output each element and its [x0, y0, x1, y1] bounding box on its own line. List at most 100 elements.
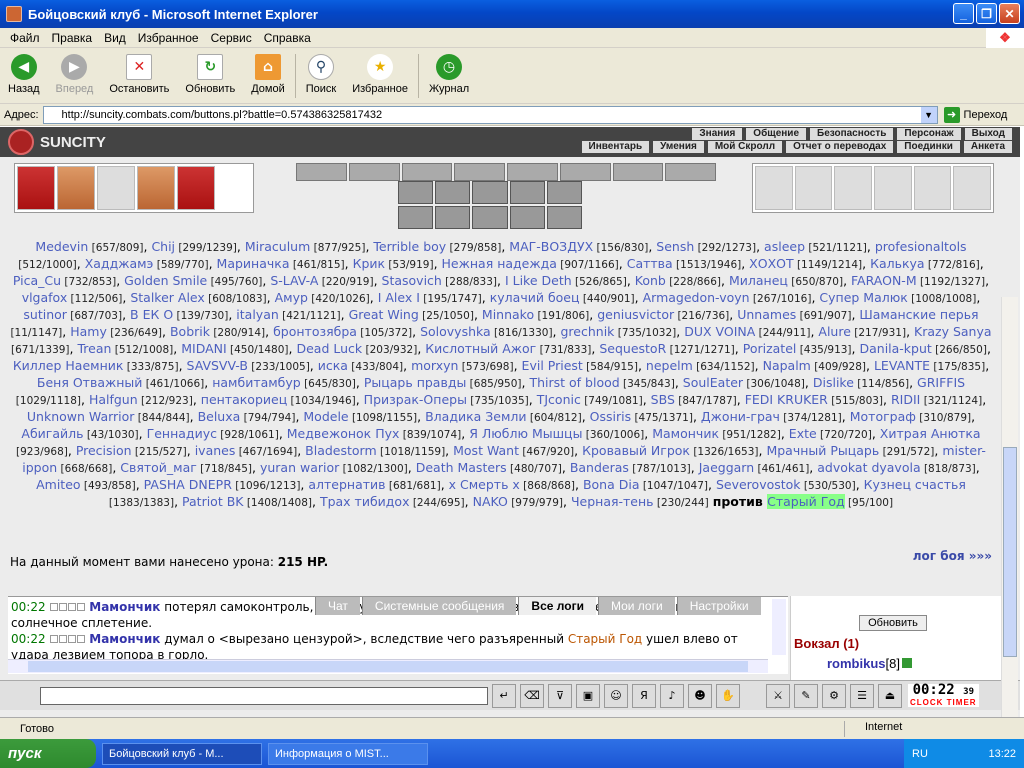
fighter-name[interactable]: italyan: [236, 307, 279, 322]
fighter-name[interactable]: Patriot BK: [182, 494, 243, 509]
fighter-name[interactable]: Modele: [303, 409, 348, 424]
tab-settings[interactable]: Настройки: [676, 597, 761, 615]
fighter-name[interactable]: Krazy Sanya: [914, 324, 992, 339]
nav-security[interactable]: Безопасность: [810, 128, 894, 140]
fighter-name[interactable]: Хитрая Анютка: [880, 426, 981, 441]
fighter-name[interactable]: Solovyshka: [420, 324, 491, 339]
fighter-name[interactable]: Мариначка: [217, 256, 290, 271]
fighter-name[interactable]: yuran warior: [260, 460, 339, 475]
equipment-slot[interactable]: [137, 166, 175, 210]
back-button[interactable]: ◀ Назад: [8, 54, 40, 95]
equipment-slot[interactable]: [17, 166, 55, 210]
fighter-name[interactable]: I Like Deth: [505, 273, 572, 288]
fighter-name[interactable]: S-LAV-A: [270, 273, 318, 288]
fighter-name[interactable]: МАГ-ВОЗДУХ: [509, 239, 593, 254]
fighter-name[interactable]: Супер Малюк: [819, 290, 907, 305]
person-icon[interactable]: ☺: [604, 683, 628, 708]
fighter-name[interactable]: Precision: [76, 443, 132, 458]
fighter-name[interactable]: Геннадиус: [147, 426, 217, 441]
fighter-name[interactable]: Шаманские перья: [859, 307, 978, 322]
fighter-name[interactable]: Кислотный Ажог: [425, 341, 536, 356]
equipment-slot[interactable]: [913, 166, 952, 210]
fighter-name[interactable]: Death Masters: [416, 460, 507, 475]
menu-tools[interactable]: Сервис: [205, 31, 258, 45]
fighter-name[interactable]: Bladestorm: [305, 443, 377, 458]
fighter-name[interactable]: Unknown Warrior: [27, 409, 135, 424]
fighter-name[interactable]: morxyn: [411, 358, 458, 373]
spell-slot[interactable]: [296, 163, 347, 181]
tab-system-messages[interactable]: Системные сообщения: [361, 597, 517, 615]
translit-icon[interactable]: Я: [632, 683, 656, 708]
nav-my-scroll[interactable]: Мой Скролл: [707, 141, 783, 153]
minimize-button[interactable]: _: [953, 3, 974, 24]
nav-fights[interactable]: Поединки: [897, 141, 960, 153]
chat-username[interactable]: Мамончик: [89, 600, 160, 614]
fighter-name[interactable]: В ЕК О: [130, 307, 173, 322]
go-button[interactable]: ➜ Переход: [943, 106, 1007, 123]
fighter-name[interactable]: advokat dyavola: [817, 460, 920, 475]
nav-inventory[interactable]: Инвентарь: [581, 141, 650, 153]
tab-all-logs[interactable]: Все логи: [518, 597, 596, 615]
fighter-name[interactable]: sutinor: [23, 307, 67, 322]
menu-file[interactable]: Файл: [4, 31, 46, 45]
fighter-name[interactable]: nepelm: [646, 358, 693, 373]
nav-skills[interactable]: Умения: [653, 141, 704, 153]
close-button[interactable]: ✕: [999, 3, 1020, 24]
fighter-name[interactable]: Хадджамэ: [85, 256, 154, 271]
fighter-name[interactable]: Кровавый Игрок: [582, 443, 690, 458]
equipment-slot[interactable]: [57, 166, 95, 210]
fighter-name[interactable]: Призрак-Оперы: [364, 392, 467, 407]
hand-icon[interactable]: ✋: [716, 683, 740, 708]
fighter-name[interactable]: Evil Priest: [522, 358, 583, 373]
chat-target[interactable]: Старый Год: [568, 632, 642, 646]
fighter-name[interactable]: Alure: [818, 324, 851, 339]
fighter-name[interactable]: Armagedon-voyn: [643, 290, 750, 305]
language-indicator[interactable]: RU: [912, 748, 928, 760]
fighter-name[interactable]: Chij: [151, 239, 175, 254]
menu-favorites[interactable]: Избранное: [132, 31, 205, 45]
fighter-name[interactable]: PASHA DNEPR: [144, 477, 232, 492]
fighter-name[interactable]: DUX VOINA: [684, 324, 755, 339]
fighter-name[interactable]: SBS: [651, 392, 675, 407]
fighter-name[interactable]: SAVSVV-B: [187, 358, 248, 373]
equipment-slot[interactable]: [177, 166, 215, 210]
fighter-name[interactable]: Dislike: [813, 375, 854, 390]
nav-character[interactable]: Персонаж: [897, 128, 961, 140]
fighter-name[interactable]: Абигайль: [21, 426, 83, 441]
fighter-name[interactable]: TJconic: [537, 392, 581, 407]
forward-button[interactable]: ▶ Вперед: [56, 54, 93, 95]
fighter-name[interactable]: кулачий боец: [490, 290, 580, 305]
fighter-name[interactable]: asleep: [764, 239, 805, 254]
fighter-name[interactable]: Нежная надежда: [442, 256, 557, 271]
spell-slot[interactable]: [435, 206, 471, 229]
spell-slot[interactable]: [665, 163, 716, 181]
fighter-name[interactable]: MIDANI: [181, 341, 226, 356]
home-button[interactable]: ⌂ Домой: [251, 54, 285, 95]
fighter-name[interactable]: Крик: [353, 256, 385, 271]
fighter-name[interactable]: I Alex I: [378, 290, 420, 305]
target-enemy[interactable]: Старый Год: [767, 494, 845, 509]
maximize-button[interactable]: ❐: [976, 3, 997, 24]
fighter-name[interactable]: Trean: [77, 341, 111, 356]
fighter-name[interactable]: LEVANTE: [874, 358, 930, 373]
fighter-name[interactable]: Миланец: [729, 273, 788, 288]
fighter-name[interactable]: Медвежонок Пух: [287, 426, 400, 441]
fighter-name[interactable]: vlgafox: [22, 290, 68, 305]
panel-icon[interactable]: ☰: [850, 683, 874, 708]
fighter-name[interactable]: Konb: [635, 273, 666, 288]
filter-icon[interactable]: ⊽: [548, 683, 572, 708]
taskbar-item[interactable]: Информация о MIST...: [268, 742, 428, 765]
taskbar-item[interactable]: Бойцовский клуб - M...: [102, 742, 262, 765]
fighter-name[interactable]: Minnako: [482, 307, 534, 322]
fighter-name[interactable]: SoulEater: [683, 375, 743, 390]
nav-knowledge[interactable]: Знания: [692, 128, 743, 140]
fighter-name[interactable]: Калькуа: [870, 256, 925, 271]
search-button[interactable]: ⚲ Поиск: [306, 54, 336, 95]
fighter-name[interactable]: RIDII: [891, 392, 920, 407]
history-button[interactable]: ◷ Журнал: [429, 54, 469, 95]
nav-communication[interactable]: Общение: [746, 128, 806, 140]
spell-slot[interactable]: [454, 163, 505, 181]
exit-icon[interactable]: ⏏: [878, 683, 902, 708]
spell-slot[interactable]: [472, 206, 508, 229]
fighter-name[interactable]: GRIFFIS: [917, 375, 965, 390]
